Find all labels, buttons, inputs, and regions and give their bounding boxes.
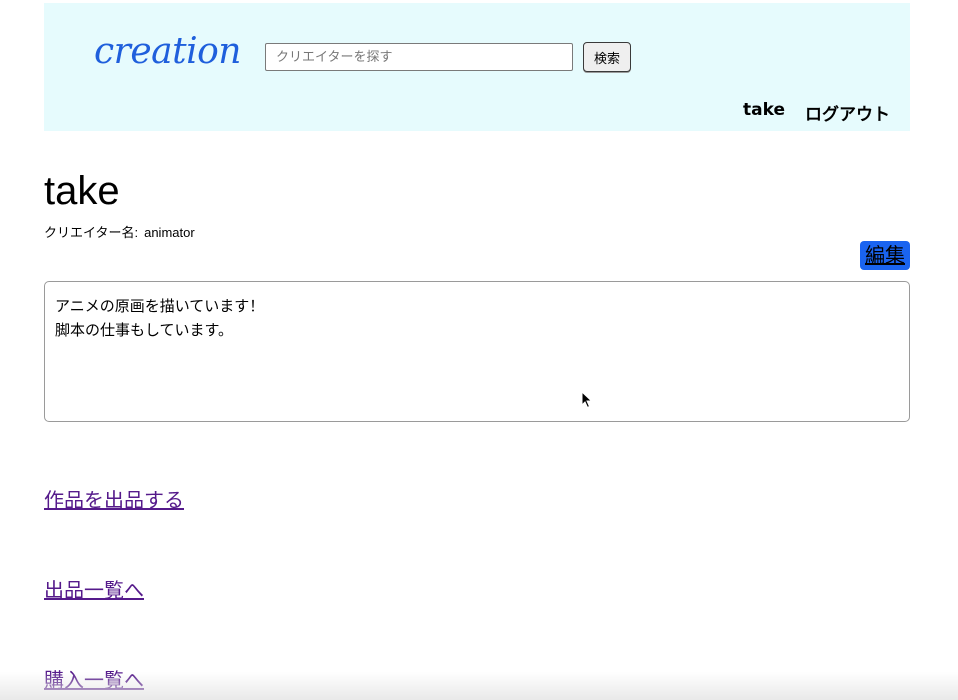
edit-button[interactable]: 編集 [860,241,910,270]
search-input[interactable] [265,43,573,71]
list-item-link-purchases[interactable]: 購入一覧へ [44,664,144,693]
profile-description: アニメの原画を描いています！ 脚本の仕事もしています。 [55,297,265,339]
list-item-link-sell[interactable]: 作品を出品する [44,484,184,513]
header-nav: take ログアウト [743,100,890,125]
site-logo[interactable]: creation [94,31,241,72]
search-button[interactable]: 検索 [583,42,632,72]
user-link[interactable]: take [743,100,785,125]
creator-name-value: animator [144,225,195,240]
creator-name-label: クリエイター名: [44,225,139,240]
page: creation 検索 take ログアウト take クリエイター名: anim… [0,0,958,700]
profile-description-box: アニメの原画を描いています！ 脚本の仕事もしています。 [44,281,910,422]
page-title: take [44,169,120,213]
creator-name-line: クリエイター名: animator [44,222,195,241]
list-item-link-listings[interactable]: 出品一覧へ [44,574,144,603]
search-form: 検索 [265,42,632,72]
mouse-cursor-icon [581,391,593,409]
site-header: creation 検索 take ログアウト [44,3,910,131]
logout-link[interactable]: ログアウト [805,100,890,125]
